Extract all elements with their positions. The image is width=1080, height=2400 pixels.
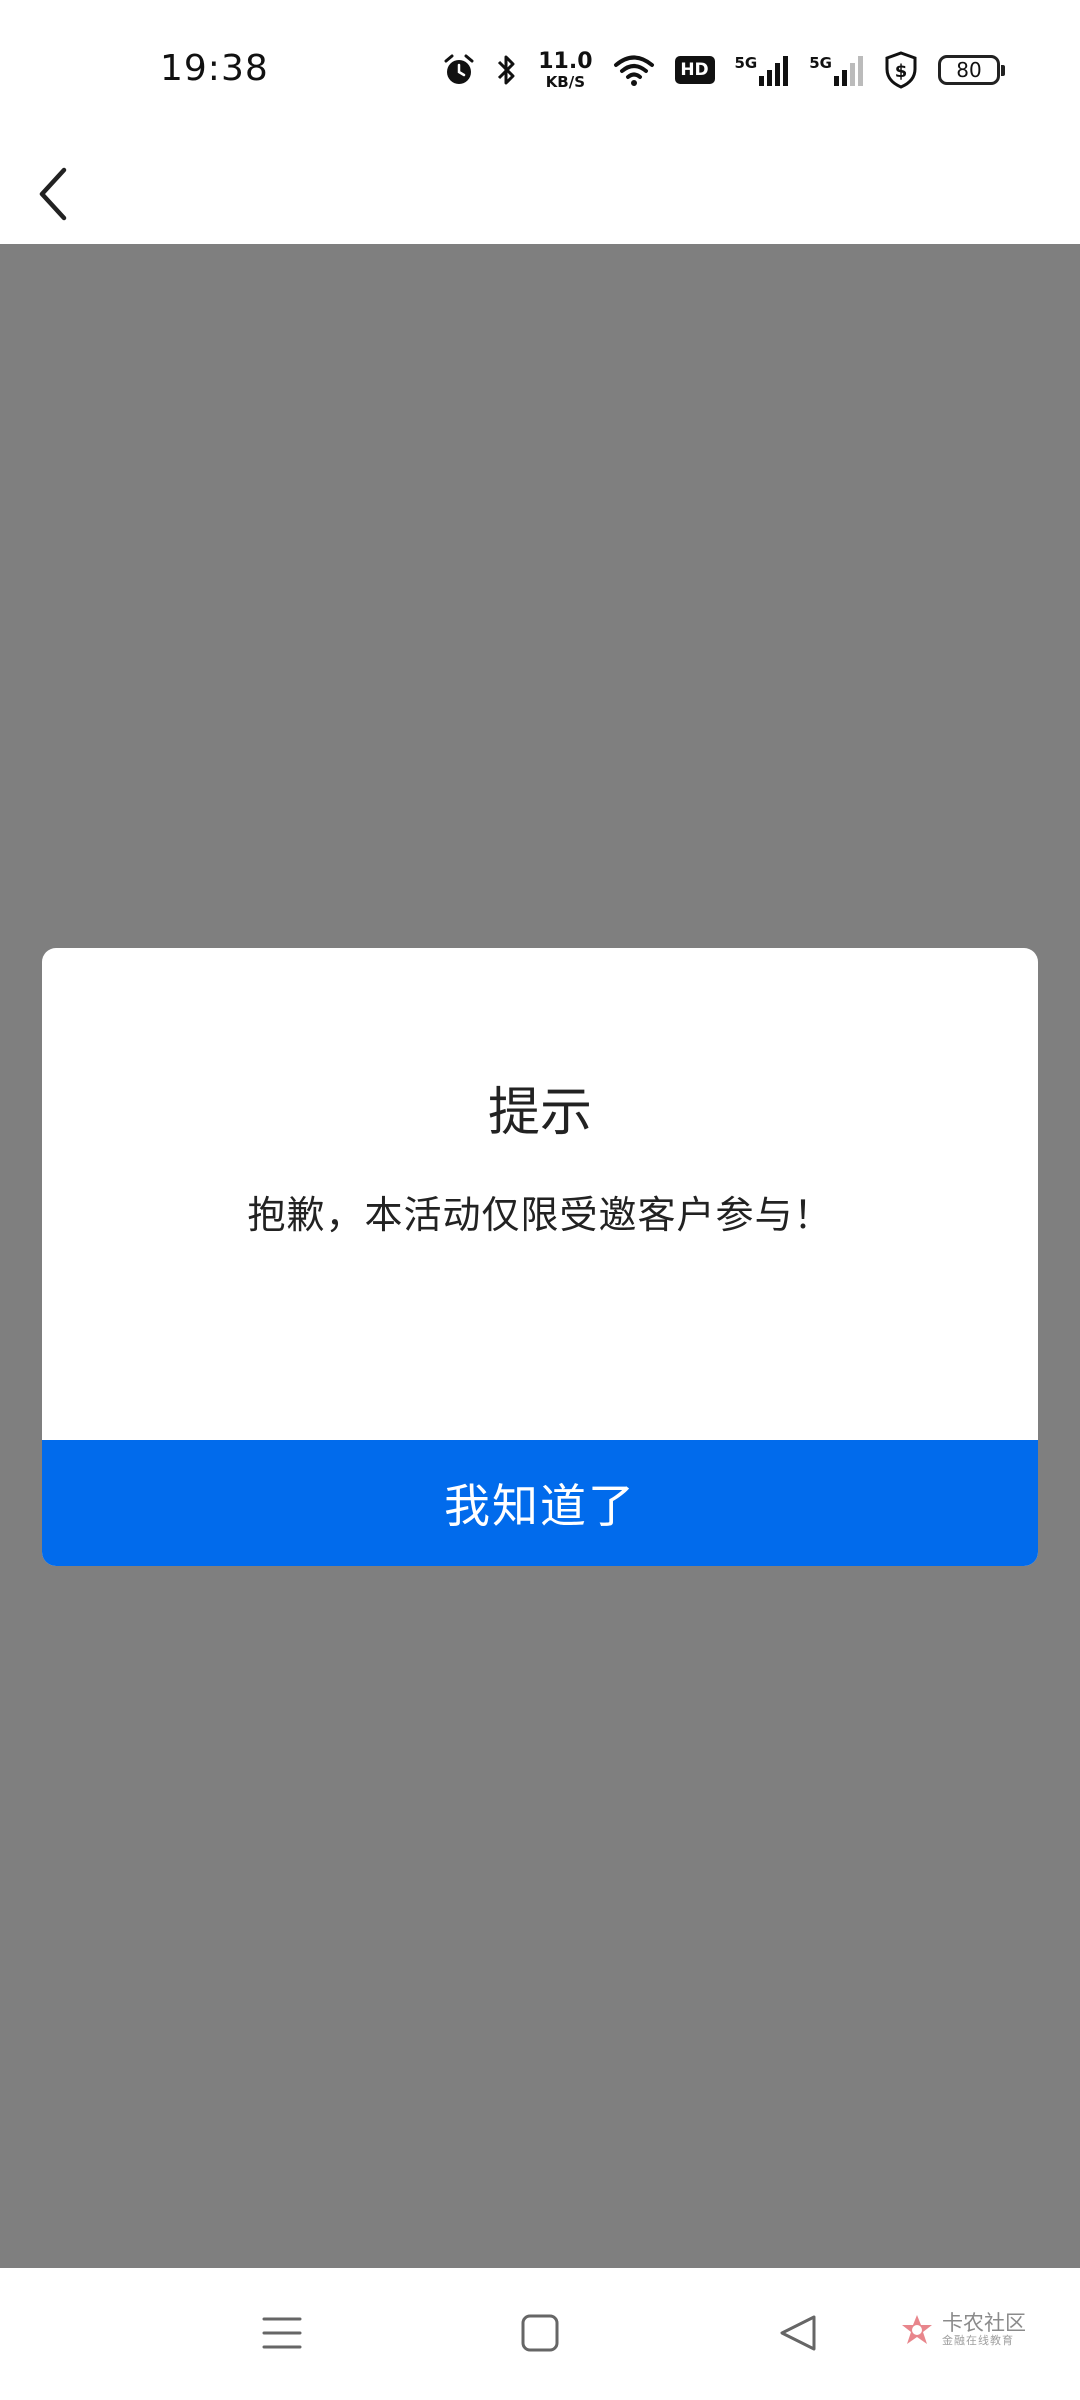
- menu-button[interactable]: [247, 2298, 317, 2368]
- alarm-icon: [442, 53, 476, 87]
- network-speed: 11.0 KB/S: [538, 48, 593, 91]
- signal-5g-icon: 5G: [809, 54, 864, 86]
- battery-level: 80: [956, 58, 982, 82]
- svg-text:$: $: [895, 61, 908, 82]
- screen: 19:38 11.0 KB/S HD 5G 5G $ 80 提示 抱歉，本活动仅…: [0, 0, 1080, 2400]
- signal-5g-label: 5G: [734, 54, 758, 72]
- shield-dollar-icon: $: [884, 51, 918, 89]
- alert-dialog: 提示 抱歉，本活动仅限受邀客户参与！ 我知道了: [42, 948, 1038, 1566]
- wifi-icon: [613, 53, 655, 87]
- watermark: 卡农社区 金融在线教育: [900, 2311, 1026, 2348]
- watermark-sub: 金融在线教育: [942, 2334, 1014, 2348]
- hd-label: HD: [680, 60, 709, 80]
- status-bar: 19:38 11.0 KB/S HD 5G 5G $ 80: [0, 0, 1080, 140]
- status-icons: 11.0 KB/S HD 5G 5G $ 80: [442, 46, 1005, 94]
- network-speed-unit: KB/S: [545, 72, 586, 91]
- signal-5g-icon: 5G: [735, 54, 790, 86]
- network-speed-value: 11.0: [538, 48, 593, 74]
- home-button[interactable]: [505, 2298, 575, 2368]
- watermark-logo-icon: [902, 2314, 932, 2344]
- confirm-button[interactable]: 我知道了: [42, 1440, 1038, 1566]
- hd-icon: HD: [674, 56, 715, 84]
- back-triangle-icon: [780, 2315, 816, 2351]
- nav-header: [0, 140, 1080, 244]
- system-nav-bar: 卡农社区 金融在线教育: [0, 2268, 1080, 2400]
- signal-5g-label: 5G: [809, 54, 832, 72]
- menu-icon: [262, 2317, 302, 2349]
- chevron-left-icon: [39, 167, 67, 221]
- status-time: 19:38: [160, 48, 269, 89]
- dialog-message: 抱歉，本活动仅限受邀客户参与！: [247, 1193, 833, 1237]
- watermark-main: 卡农社区: [942, 2311, 1026, 2335]
- dialog-title: 提示: [487, 1083, 592, 1143]
- back-button[interactable]: [18, 154, 88, 234]
- bluetooth-icon: [496, 52, 518, 88]
- back-nav-button[interactable]: [763, 2298, 833, 2368]
- home-icon: [521, 2314, 559, 2352]
- battery-icon: 80: [938, 55, 1005, 85]
